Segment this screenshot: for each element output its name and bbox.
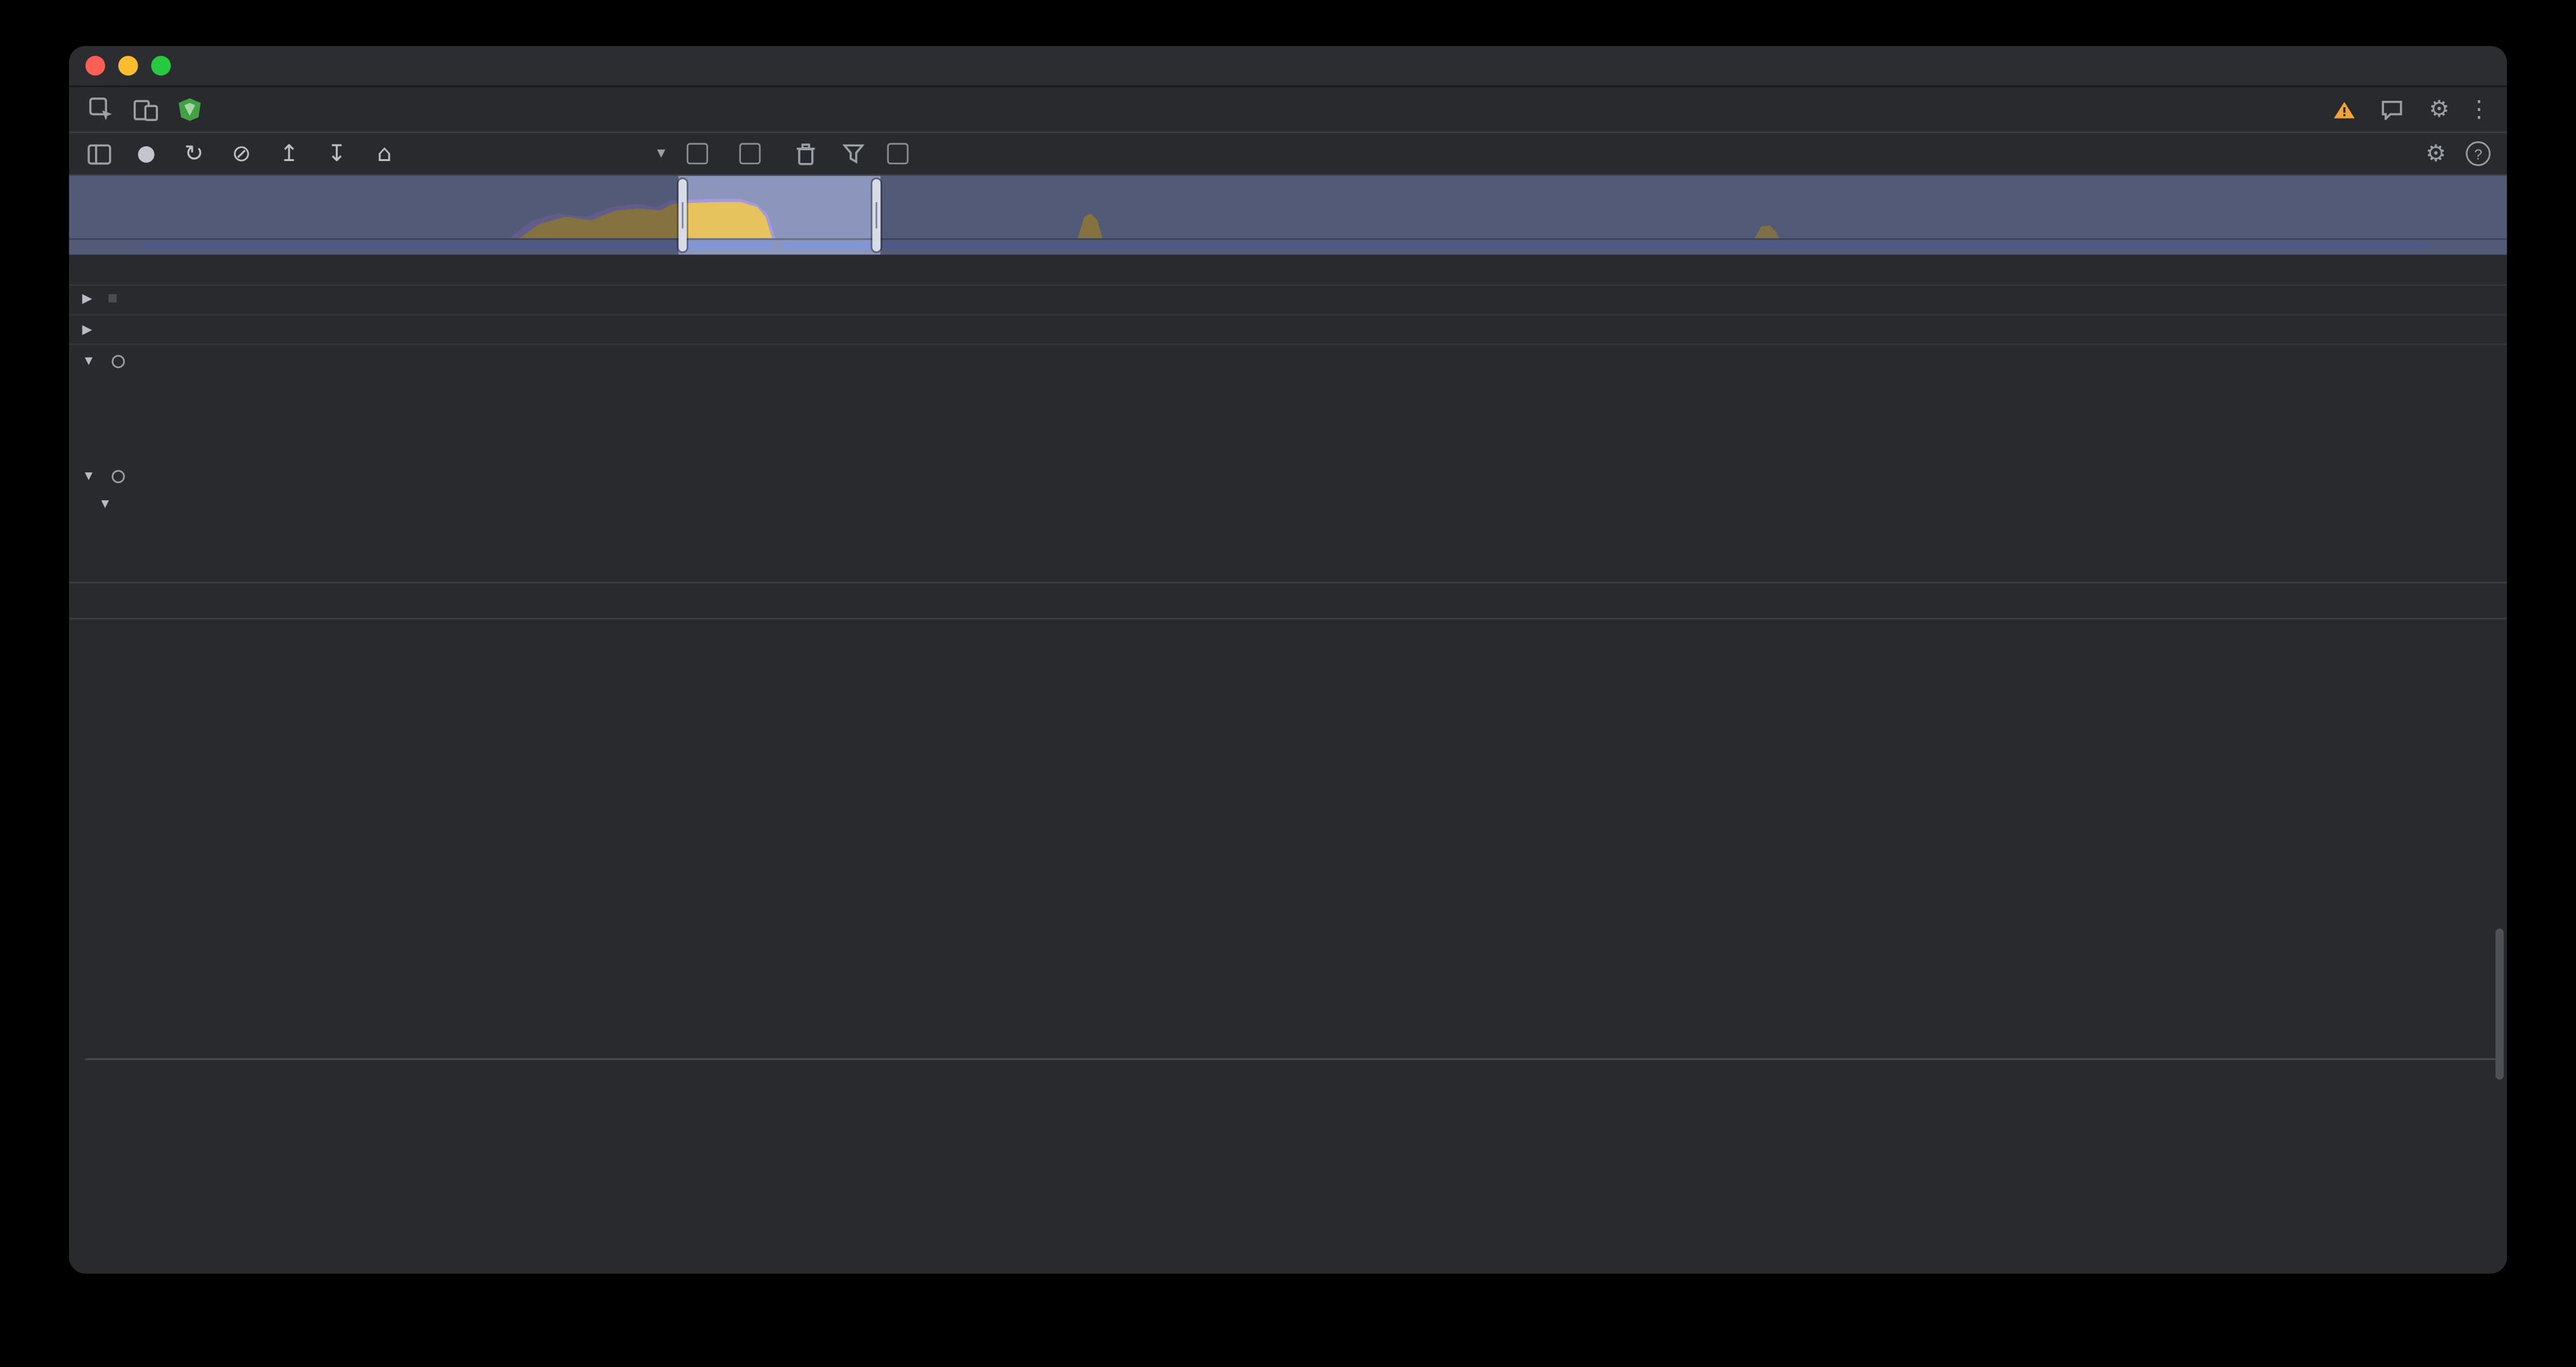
flame-chart[interactable]: ▶ ▶ ▼ ▼ ▼ xyxy=(69,286,2507,582)
collapsed-triangle-icon[interactable]: ▶ xyxy=(82,322,93,337)
issues-bubble-icon xyxy=(2381,99,2404,120)
bottom-tabs xyxy=(69,583,89,618)
selection-handle-right[interactable] xyxy=(872,179,880,252)
memory-checkbox[interactable] xyxy=(739,143,770,164)
extension-icon[interactable] xyxy=(167,87,212,131)
kebab-menu-icon[interactable]: ⋮ xyxy=(2468,98,2490,120)
window-titlebar xyxy=(69,46,2507,87)
close-button[interactable] xyxy=(86,56,105,75)
settings-gear-icon[interactable]: ⚙ xyxy=(2429,98,2450,120)
load-profile-button[interactable]: ↥ xyxy=(276,142,302,165)
network-track-header[interactable]: ▶ xyxy=(82,291,117,306)
chevron-down-icon: ▾ xyxy=(657,145,666,162)
warning-icon xyxy=(2333,100,2356,119)
save-profile-button[interactable]: ↧ xyxy=(324,142,350,165)
server-components-track-header[interactable]: ▼ xyxy=(82,469,133,483)
summary-pane xyxy=(69,619,2507,1274)
primary-subtrack-header[interactable]: ▼ xyxy=(99,496,120,511)
summary-divider xyxy=(86,1058,2501,1060)
capture-settings-gear-icon[interactable]: ⚙ xyxy=(2426,142,2447,165)
performance-toolbar: ↻ ⊘ ↥ ↧ ⌂ ▾ xyxy=(69,133,2507,176)
device-toolbar-icon[interactable] xyxy=(123,87,167,131)
checkbox-box[interactable] xyxy=(887,143,909,164)
track-config-icon[interactable] xyxy=(112,354,125,368)
toolbar-right-actions: ⚙ ? xyxy=(2426,141,2491,166)
devtools-tabbar: ⚙ ⋮ xyxy=(69,87,2507,133)
expanded-triangle-icon[interactable]: ▼ xyxy=(82,469,96,483)
timeline-overview[interactable] xyxy=(69,176,2507,254)
zoom-button[interactable] xyxy=(151,56,171,75)
row-divider xyxy=(69,314,2507,316)
checkbox-box[interactable] xyxy=(686,143,708,164)
warnings-badge[interactable] xyxy=(2333,100,2363,119)
summary-scrollbar[interactable] xyxy=(2496,928,2504,1079)
timeline-ruler xyxy=(69,255,2507,286)
record-button[interactable] xyxy=(133,145,159,162)
history-dropdown[interactable]: ▾ xyxy=(419,145,666,162)
ignore-listing-icon[interactable] xyxy=(839,143,865,164)
expanded-triangle-icon[interactable]: ▼ xyxy=(82,353,96,368)
expanded-triangle-icon[interactable]: ▼ xyxy=(99,496,112,511)
sidebar-toggle-icon[interactable] xyxy=(86,142,112,165)
issues-badge[interactable] xyxy=(2381,99,2411,120)
track-marker-icon xyxy=(108,294,117,302)
details-tabbar xyxy=(69,581,2507,619)
dim-3rd-parties-checkbox[interactable] xyxy=(887,143,918,164)
tabbar-actions: ⚙ ⋮ xyxy=(2333,87,2507,131)
row-divider xyxy=(69,344,2507,346)
screenshots-checkbox[interactable] xyxy=(686,143,718,164)
help-icon[interactable]: ? xyxy=(2466,141,2490,166)
minimize-button[interactable] xyxy=(119,56,138,75)
gc-icon[interactable] xyxy=(792,142,818,165)
overview-dim-left xyxy=(69,176,679,254)
track-config-icon[interactable] xyxy=(112,469,125,483)
timings-track-header[interactable]: ▶ xyxy=(82,322,101,337)
devtools-window: ⚙ ⋮ ↻ ⊘ ↥ ↧ ⌂ ▾ xyxy=(69,46,2507,1274)
clear-button[interactable]: ⊘ xyxy=(228,142,254,165)
selection-handle-left[interactable] xyxy=(678,179,686,252)
overview-dim-right xyxy=(880,176,2507,254)
home-button[interactable]: ⌂ xyxy=(371,142,397,165)
collapsed-triangle-icon[interactable]: ▶ xyxy=(82,291,93,306)
window-controls xyxy=(86,56,171,75)
server-requests-track-header[interactable]: ▼ xyxy=(82,353,133,368)
reload-and-record-button[interactable]: ↻ xyxy=(181,142,207,165)
inspect-element-icon[interactable] xyxy=(79,87,123,131)
screen: ⚙ ⋮ ↻ ⊘ ↥ ↧ ⌂ ▾ xyxy=(0,0,2576,1367)
checkbox-box[interactable] xyxy=(739,143,761,164)
